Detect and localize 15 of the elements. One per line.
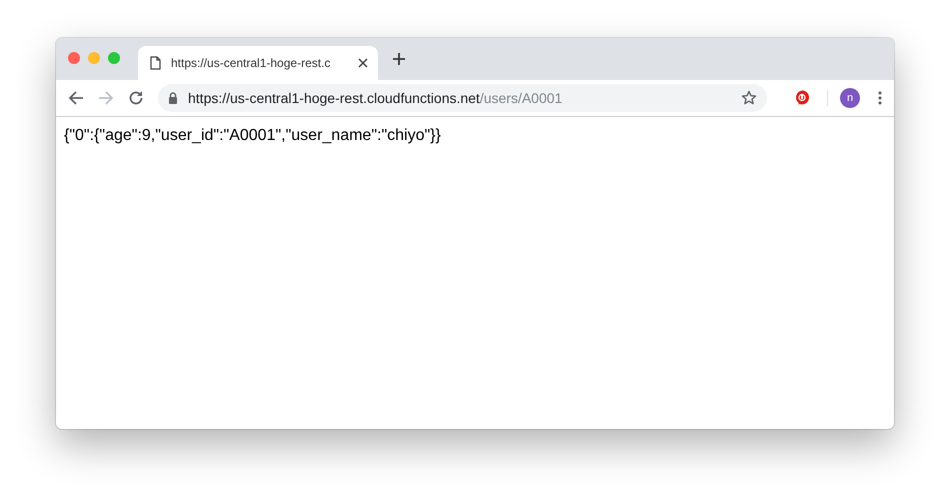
tab-title: https://us-central1-hoge-rest.c — [171, 56, 332, 70]
menu-icon[interactable] — [878, 91, 882, 105]
back-icon[interactable] — [68, 90, 84, 106]
plus-icon[interactable] — [392, 52, 406, 66]
extension-icon[interactable] — [793, 89, 811, 107]
url-text: https://us-central1-hoge-rest.cloudfunctions.net/users/A0001 — [188, 90, 564, 106]
document-icon — [150, 56, 161, 70]
star-icon[interactable] — [741, 90, 757, 106]
reload-icon[interactable] — [128, 90, 144, 106]
browser-tab[interactable]: https://us-central1-hoge-rest.c — [138, 46, 378, 80]
close-icon[interactable] — [358, 58, 368, 68]
profile-avatar[interactable]: n — [840, 88, 860, 108]
json-text: {"0":{"age":9,"user_id":"A0001","user_name":"chiyo"}} — [63, 126, 442, 146]
lock-icon — [168, 92, 178, 104]
address-bar[interactable]: https://us-central1-hoge-rest.cloudfunctions.net/users/A0001 — [158, 84, 767, 112]
